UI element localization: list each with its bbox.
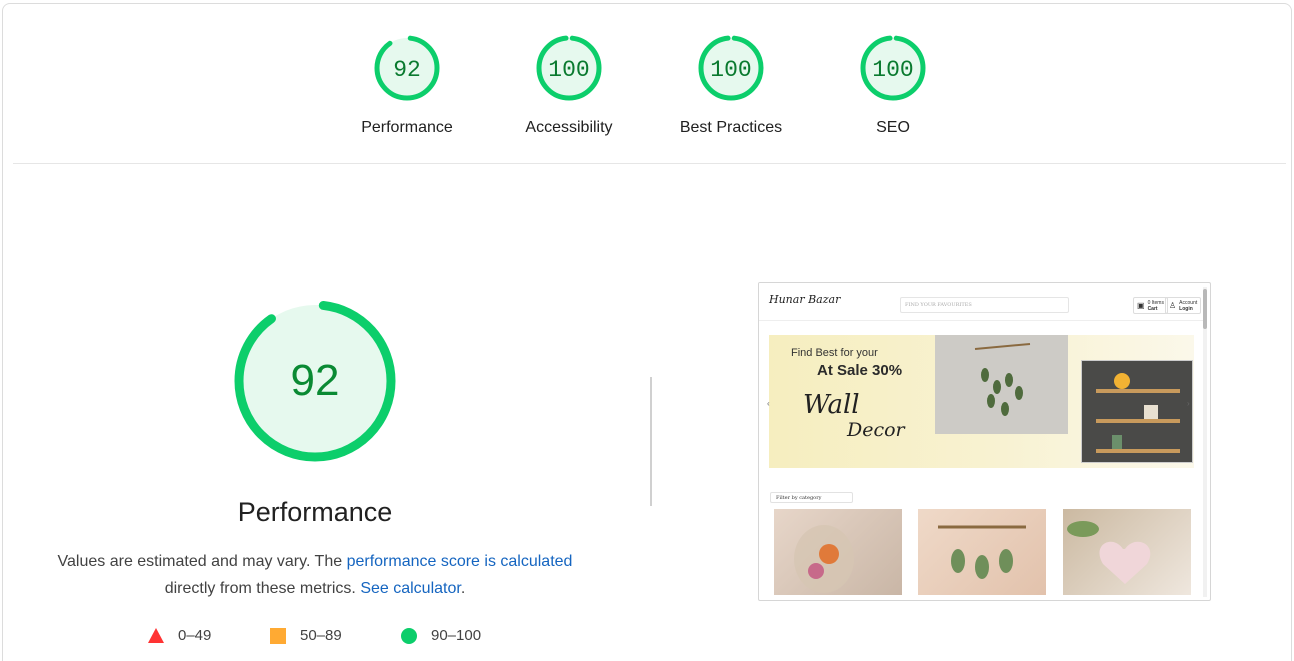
- legend-fail: 0–49: [148, 627, 211, 644]
- see-calculator-link[interactable]: See calculator: [360, 580, 461, 597]
- gauge-best-practices-label: Best Practices: [679, 119, 783, 136]
- gauge-performance-label: Performance: [361, 119, 453, 136]
- gauge-best-practices[interactable]: 100 Best Practices: [666, 34, 796, 137]
- legend-pass-range: 90–100: [431, 627, 482, 644]
- legend-fail-range: 0–49: [178, 627, 212, 644]
- gauge-performance-ring: 92: [374, 35, 440, 101]
- thumb-cart-label: Cart: [1147, 305, 1158, 312]
- header-divider: [13, 163, 1286, 164]
- gauge-best-practices-ring: 100: [698, 35, 764, 101]
- thumb-product-card: [918, 509, 1046, 595]
- gauge-accessibility-ring: 100: [536, 35, 602, 101]
- thumb-search: FIND YOUR FAVOURITES: [900, 297, 1069, 313]
- legend-average-range: 50–89: [300, 627, 342, 644]
- thumb-header: Hunar Bazar FIND YOUR FAVOURITES ▣ 0 Ite…: [759, 283, 1204, 321]
- legend-average: 50–89: [270, 627, 342, 644]
- gauge-accessibility-label: Accessibility: [525, 119, 613, 136]
- legend-pass: 90–100: [401, 627, 481, 644]
- gauge-seo[interactable]: 100 SEO: [828, 34, 958, 137]
- thumb-scrollbar: [1203, 287, 1207, 597]
- gauge-performance-score: 92: [393, 57, 421, 83]
- banner-line4: Decor: [847, 419, 905, 441]
- desc-suffix: .: [460, 580, 466, 597]
- banner-image-wall-hanging: [935, 335, 1068, 434]
- final-screenshot: Hunar Bazar FIND YOUR FAVOURITES ▣ 0 Ite…: [758, 282, 1211, 601]
- gauge-best-practices-score: 100: [710, 57, 751, 83]
- gauge-accessibility-score: 100: [548, 57, 589, 83]
- score-calculated-link[interactable]: performance score is calculated: [347, 553, 573, 570]
- triangle-icon: [148, 628, 164, 643]
- thumb-product-card: [1063, 509, 1191, 595]
- gauge-seo-label: SEO: [876, 119, 910, 136]
- thumb-cart-button: ▣ 0 Items Cart: [1133, 297, 1168, 314]
- thumb-product-card: [774, 509, 902, 595]
- thumb-account-button: ♙ Account Login: [1165, 297, 1202, 314]
- thumb-scrollbar-thumb: [1203, 289, 1207, 329]
- cart-icon: ▣: [1137, 301, 1145, 310]
- banner-line3: Wall: [803, 390, 860, 420]
- performance-big-gauge: 92: [234, 300, 396, 462]
- banner-line2: At Sale 30%: [817, 362, 903, 379]
- gauge-accessibility[interactable]: 100 Accessibility: [504, 34, 634, 137]
- thumb-banner: Find Best for your At Sale 30% Wall Deco…: [767, 335, 1194, 468]
- circle-icon: [401, 627, 417, 644]
- desc-middle: directly from these metrics.: [164, 580, 361, 597]
- vertical-separator: [650, 377, 652, 506]
- gauge-seo-score: 100: [872, 57, 913, 83]
- performance-title: Performance: [237, 497, 393, 527]
- desc-prefix: Values are estimated and may vary. The: [57, 553, 347, 570]
- thumb-filter: Filter by category: [770, 492, 853, 503]
- banner-image-shelves: [1081, 360, 1193, 463]
- thumb-logo: Hunar Bazar: [769, 293, 841, 306]
- banner-next-arrow: ›: [1187, 399, 1190, 408]
- performance-description: Values are estimated and may vary. The p…: [40, 548, 590, 602]
- thumb-account-label: Login: [1179, 305, 1193, 312]
- banner-prev-arrow: ‹: [767, 399, 770, 408]
- gauge-performance[interactable]: 92 Performance: [342, 34, 472, 137]
- gauge-seo-ring: 100: [860, 35, 926, 101]
- performance-big-score: 92: [291, 356, 340, 405]
- square-icon: [270, 627, 286, 644]
- user-icon: ♙: [1169, 301, 1177, 310]
- category-gauges: 92 Performance 100 Accessibility 100 Bes…: [0, 34, 1294, 144]
- banner-line1: Find Best for your: [791, 347, 878, 359]
